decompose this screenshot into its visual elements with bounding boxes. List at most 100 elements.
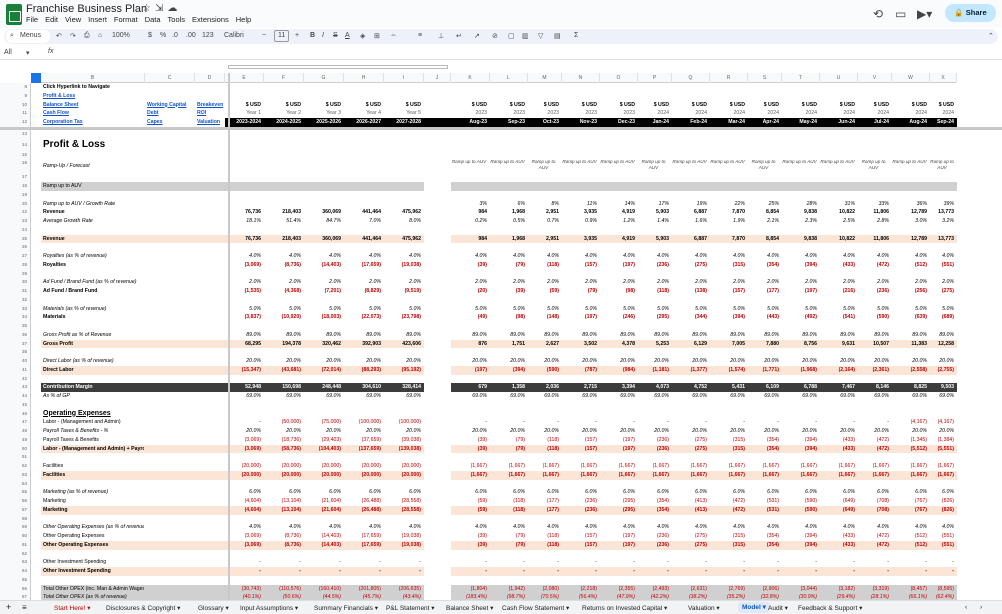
annual-value[interactable]: (58,736)	[264, 444, 304, 454]
row-number[interactable]: 29	[0, 269, 31, 279]
annual-value[interactable]: (17,659)	[344, 532, 384, 541]
monthly-value[interactable]: 2.8%	[858, 217, 892, 226]
annual-value[interactable]: -	[344, 558, 384, 567]
monthly-value[interactable]: 5.0%	[930, 305, 957, 314]
annual-value[interactable]: 2.0%	[384, 278, 424, 287]
annual-value[interactable]: 6.0%	[384, 488, 424, 497]
monthly-value[interactable]: 3%	[451, 200, 490, 209]
annual-value[interactable]: 6.0%	[344, 488, 384, 497]
monthly-value[interactable]: (1,667)	[710, 462, 748, 471]
monthly-value[interactable]: 14%	[600, 200, 638, 209]
monthly-value[interactable]: 13,773	[930, 234, 957, 244]
row-number[interactable]: 8	[0, 83, 31, 92]
row-number[interactable]: 56	[0, 497, 31, 506]
annual-value[interactable]: (20,000)	[304, 462, 344, 471]
monthly-value[interactable]: (1,667)	[820, 462, 858, 471]
monthly-value[interactable]: Ramp up to AUV	[820, 159, 858, 173]
monthly-value[interactable]: 5.0%	[562, 305, 600, 314]
annual-value[interactable]: -	[384, 558, 424, 567]
monthly-value[interactable]: 13,773	[930, 208, 957, 217]
monthly-value[interactable]: (295)	[600, 505, 638, 515]
monthly-value[interactable]: 20.0%	[528, 427, 562, 436]
monthly-value[interactable]: (42.2%)	[638, 593, 672, 600]
monthly-value[interactable]: 2,715	[562, 383, 600, 392]
annual-value[interactable]: (100,000)	[344, 418, 384, 427]
monthly-value[interactable]: -	[451, 558, 490, 567]
monthly-value[interactable]: 6.0%	[528, 488, 562, 497]
annual-value[interactable]: (20,000)	[264, 470, 304, 480]
monthly-value[interactable]: (5,512)	[892, 444, 930, 454]
annual-value[interactable]: -	[304, 567, 344, 576]
monthly-value[interactable]: 2.0%	[710, 278, 748, 287]
monthly-value[interactable]: 5.0%	[672, 305, 710, 314]
row-number[interactable]: 11	[0, 109, 31, 118]
monthly-value[interactable]: 20.0%	[600, 357, 638, 366]
monthly-value[interactable]: 20.0%	[451, 427, 490, 436]
row-number[interactable]: 62	[0, 549, 31, 559]
monthly-value[interactable]: 4.0%	[528, 523, 562, 532]
annual-value[interactable]: 328,414	[384, 383, 424, 392]
annual-value[interactable]: (8,736)	[264, 261, 304, 270]
annual-value[interactable]: (29,403)	[304, 436, 344, 445]
tab-returns-on-invested-capital[interactable]: Returns on Invested Capital ▾	[582, 604, 667, 612]
annual-value[interactable]: 20.0%	[264, 427, 304, 436]
monthly-value[interactable]: 5.0%	[638, 305, 672, 314]
monthly-value[interactable]: -	[858, 418, 892, 427]
undo-icon[interactable]: ↶	[56, 32, 62, 40]
monthly-value[interactable]: (20)	[451, 287, 490, 296]
monthly-value[interactable]: 3,935	[562, 208, 600, 217]
monthly-value[interactable]: 6,788	[782, 383, 820, 392]
monthly-value[interactable]: (118)	[528, 261, 562, 270]
monthly-value[interactable]: 69.0%	[562, 392, 600, 401]
annual-value[interactable]: 20.0%	[344, 357, 384, 366]
monthly-value[interactable]: 3.2%	[930, 217, 957, 226]
annual-value[interactable]: (110,576)	[264, 584, 304, 594]
chevron-down-icon[interactable]: ▾	[761, 604, 766, 611]
monthly-value[interactable]: (39)	[451, 444, 490, 454]
annual-value[interactable]: 4.0%	[225, 523, 264, 532]
add-sheet-icon[interactable]: +	[6, 602, 11, 612]
column-header-m[interactable]: M	[528, 73, 562, 83]
text-color-button[interactable]: A	[345, 32, 350, 39]
row-number[interactable]: 57	[0, 505, 31, 515]
monthly-value[interactable]: (354)	[748, 261, 782, 270]
monthly-value[interactable]: 4.0%	[562, 252, 600, 261]
monthly-value[interactable]: (1,377)	[672, 365, 710, 375]
monthly-value[interactable]: 4.0%	[892, 252, 930, 261]
row-number[interactable]: 51	[0, 453, 31, 462]
monthly-value[interactable]: (787)	[562, 365, 600, 375]
chevron-down-icon[interactable]: ▾	[293, 605, 298, 612]
link-3-2[interactable]: Valuation	[195, 118, 225, 127]
monthly-value[interactable]: 5.0%	[892, 305, 930, 314]
monthly-value[interactable]: 25%	[748, 200, 782, 209]
menu-data[interactable]: Data	[145, 15, 161, 24]
monthly-value[interactable]: 2.0%	[638, 278, 672, 287]
monthly-value[interactable]: 69.0%	[490, 392, 528, 401]
monthly-value[interactable]: (197)	[600, 540, 638, 550]
row-number[interactable]: 43	[0, 383, 31, 392]
annual-value[interactable]: 5.0%	[264, 305, 304, 314]
monthly-value[interactable]: 31%	[820, 200, 858, 209]
monthly-value[interactable]: 89.0%	[858, 331, 892, 340]
monthly-value[interactable]: -	[820, 567, 858, 576]
annual-value[interactable]: 76,736	[225, 208, 264, 217]
link-2-1[interactable]: Debt	[145, 109, 195, 118]
monthly-value[interactable]: Ramp up to AUV	[858, 159, 892, 173]
monthly-value[interactable]: 69.0%	[892, 392, 930, 401]
strikethrough-button[interactable]: S	[333, 32, 338, 39]
monthly-value[interactable]: (433)	[820, 444, 858, 454]
monthly-value[interactable]: (118)	[528, 444, 562, 454]
monthly-value[interactable]: (531)	[748, 505, 782, 515]
monthly-value[interactable]: (649)	[820, 497, 858, 506]
chevron-down-icon[interactable]: ▾	[429, 605, 434, 612]
chevron-down-icon[interactable]: ▾	[715, 605, 719, 612]
monthly-value[interactable]: (1,667)	[490, 462, 528, 471]
monthly-value[interactable]: (433)	[820, 532, 858, 541]
monthly-value[interactable]: 89.0%	[782, 331, 820, 340]
monthly-value[interactable]: 20.0%	[858, 357, 892, 366]
monthly-value[interactable]: (79)	[490, 436, 528, 445]
annual-value[interactable]: 84.7%	[304, 217, 344, 226]
monthly-value[interactable]: 8,825	[892, 383, 930, 392]
monthly-value[interactable]: (512)	[892, 540, 930, 550]
monthly-value[interactable]: (256)	[892, 287, 930, 296]
